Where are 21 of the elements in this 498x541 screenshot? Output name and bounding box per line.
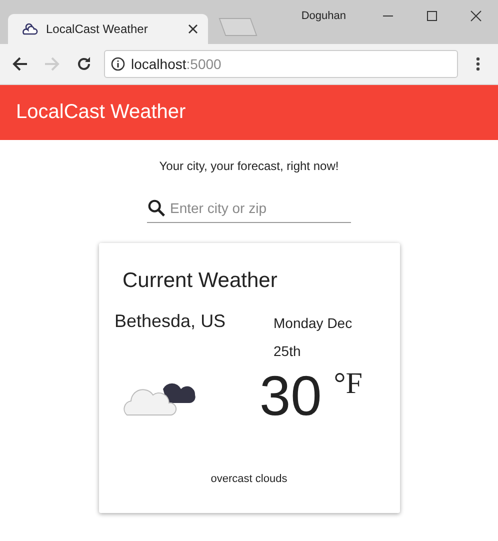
url-text: localhost:5000 xyxy=(131,56,222,72)
search-icon xyxy=(147,198,166,218)
user-name: Doguhan xyxy=(301,10,346,22)
address-bar[interactable]: localhost:5000 xyxy=(104,50,458,78)
tagline: Your city, your forecast, right now! xyxy=(159,159,339,173)
reload-icon[interactable] xyxy=(76,56,92,72)
maximize-icon[interactable] xyxy=(426,10,438,22)
info-icon[interactable] xyxy=(111,57,125,71)
browser-tab[interactable]: LocalCast Weather xyxy=(8,14,208,44)
close-icon[interactable] xyxy=(470,10,482,22)
weather-description: overcast clouds xyxy=(210,473,288,485)
app-title: LocalCast Weather xyxy=(16,101,186,124)
weather-icon xyxy=(22,22,38,36)
city-name: Bethesda, US xyxy=(114,310,227,333)
temperature-unit: °F xyxy=(334,367,362,401)
tab-title: LocalCast Weather xyxy=(46,22,149,36)
close-icon[interactable] xyxy=(188,24,198,34)
temperature: 30 xyxy=(260,365,322,427)
date-text: Monday Dec 25th xyxy=(274,314,354,361)
back-icon[interactable] xyxy=(12,56,28,72)
card-title: Current Weather xyxy=(122,269,278,293)
